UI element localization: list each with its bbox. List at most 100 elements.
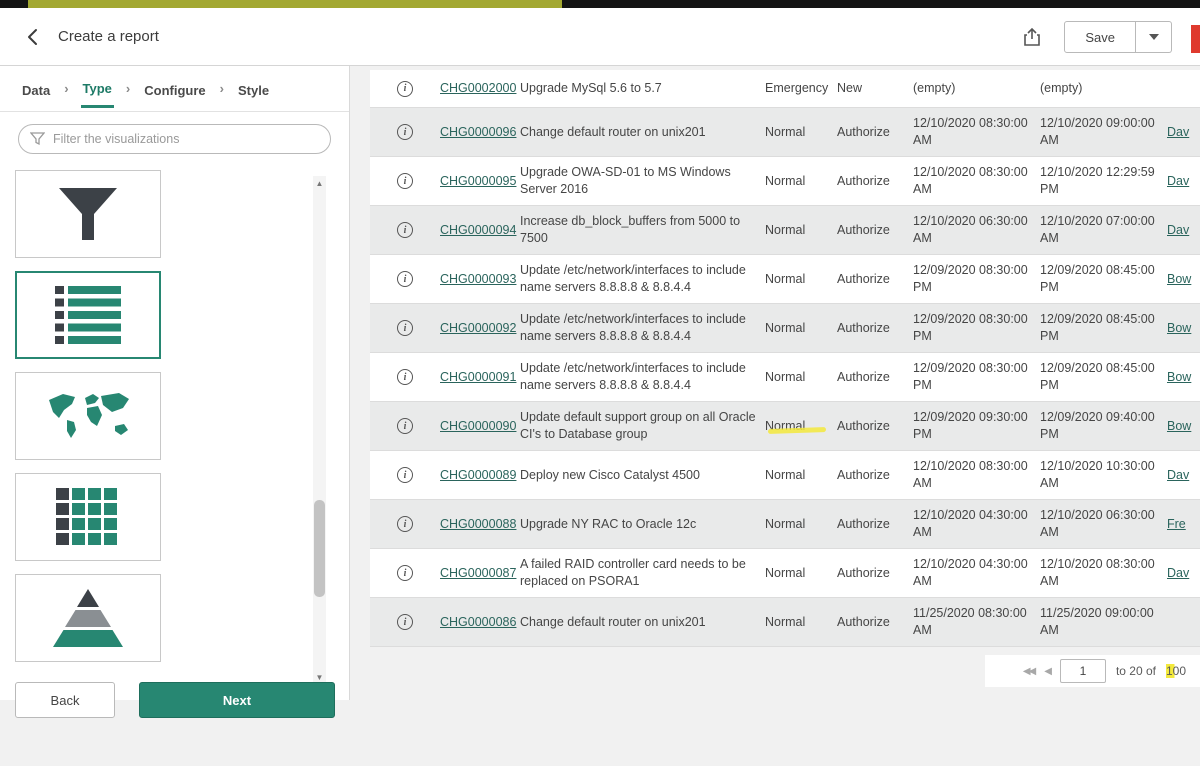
- back-arrow-button[interactable]: [18, 22, 48, 52]
- short-description: Update default support group on all Orac…: [520, 405, 765, 447]
- change-number-link[interactable]: CHG0002000: [440, 81, 516, 95]
- report-preview-table: CHG0002000 Upgrade MySql 5.6 to 5.7 Emer…: [370, 70, 1200, 647]
- state-value: Authorize: [837, 169, 913, 194]
- end-date: 12/09/2020 09:40:00 PM: [1040, 405, 1167, 447]
- info-icon[interactable]: [397, 369, 413, 385]
- assigned-to-link[interactable]: Dav: [1167, 566, 1189, 580]
- pagination-total: 100: [1166, 664, 1186, 678]
- start-date: 12/09/2020 08:30:00 PM: [913, 307, 1040, 349]
- step-type[interactable]: Type: [81, 69, 114, 108]
- report-preview: CHG0002000 Upgrade MySql 5.6 to 5.7 Emer…: [350, 66, 1200, 700]
- change-number-link[interactable]: CHG0000090: [440, 419, 516, 433]
- table-row: CHG0000092 Update /etc/network/interface…: [370, 304, 1200, 353]
- end-date: 12/10/2020 09:00:00 AM: [1040, 111, 1167, 153]
- end-date: 12/10/2020 07:00:00 AM: [1040, 209, 1167, 251]
- priority-value: Emergency: [765, 76, 837, 101]
- step-data[interactable]: Data: [20, 71, 52, 107]
- state-value: Authorize: [837, 561, 913, 586]
- state-value: Authorize: [837, 267, 913, 292]
- end-date: (empty): [1040, 76, 1167, 101]
- assigned-to-link[interactable]: Bow: [1167, 272, 1191, 286]
- start-date: 12/09/2020 09:30:00 PM: [913, 405, 1040, 447]
- change-number-link[interactable]: CHG0000096: [440, 125, 516, 139]
- table-row: CHG0000088 Upgrade NY RAC to Oracle 12c …: [370, 500, 1200, 549]
- viz-list-scrollbar[interactable]: ▲ ▼: [313, 176, 326, 684]
- state-value: Authorize: [837, 610, 913, 635]
- save-button[interactable]: Save: [1064, 21, 1136, 53]
- step-configure[interactable]: Configure: [142, 71, 207, 107]
- filter-visualizations-input[interactable]: [18, 124, 331, 154]
- end-date: 12/09/2020 08:45:00 PM: [1040, 258, 1167, 300]
- change-number-link[interactable]: CHG0000086: [440, 615, 516, 629]
- end-date: 12/10/2020 06:30:00 AM: [1040, 503, 1167, 545]
- change-number-link[interactable]: CHG0000093: [440, 272, 516, 286]
- map-chart-icon: [43, 390, 133, 442]
- viz-card-funnel[interactable]: [15, 170, 161, 258]
- priority-value: Normal: [765, 169, 837, 194]
- assigned-to-link[interactable]: Bow: [1167, 321, 1191, 335]
- change-number-link[interactable]: CHG0000089: [440, 468, 516, 482]
- list-chart-icon: [55, 286, 121, 344]
- change-number-link[interactable]: CHG0000091: [440, 370, 516, 384]
- table-row: CHG0000095 Upgrade OWA-SD-01 to MS Windo…: [370, 157, 1200, 206]
- assigned-to-link[interactable]: Bow: [1167, 419, 1191, 433]
- state-value: Authorize: [837, 414, 913, 439]
- info-icon[interactable]: [397, 222, 413, 238]
- short-description: Update /etc/network/interfaces to includ…: [520, 258, 765, 300]
- change-number-link[interactable]: CHG0000087: [440, 566, 516, 580]
- start-date: 11/25/2020 08:30:00 AM: [913, 601, 1040, 643]
- assigned-to-link[interactable]: Bow: [1167, 370, 1191, 384]
- assigned-to-link[interactable]: Dav: [1167, 223, 1189, 237]
- info-icon[interactable]: [397, 320, 413, 336]
- state-value: New: [837, 76, 913, 101]
- first-page-icon[interactable]: ◀◀: [1023, 666, 1034, 677]
- info-icon[interactable]: [397, 173, 413, 189]
- state-value: Authorize: [837, 512, 913, 537]
- assigned-to-link[interactable]: Dav: [1167, 468, 1189, 482]
- table-row: CHG0000087 A failed RAID controller card…: [370, 549, 1200, 598]
- info-icon[interactable]: [397, 516, 413, 532]
- assigned-to-link[interactable]: Dav: [1167, 125, 1189, 139]
- scroll-up-icon[interactable]: ▲: [313, 176, 326, 190]
- previous-page-icon[interactable]: ◀: [1044, 666, 1050, 677]
- change-number-link[interactable]: CHG0000095: [440, 174, 516, 188]
- priority-value: Normal: [765, 561, 837, 586]
- back-button[interactable]: Back: [15, 682, 115, 718]
- change-number-link[interactable]: CHG0000092: [440, 321, 516, 335]
- priority-value: Normal: [765, 610, 837, 635]
- info-icon[interactable]: [397, 467, 413, 483]
- short-description: Deploy new Cisco Catalyst 4500: [520, 463, 765, 488]
- scrollbar-thumb[interactable]: [314, 500, 325, 597]
- short-description: Upgrade NY RAC to Oracle 12c: [520, 512, 765, 537]
- change-number-link[interactable]: CHG0000088: [440, 517, 516, 531]
- save-dropdown-button[interactable]: [1136, 21, 1172, 53]
- viz-card-heatmap[interactable]: [15, 473, 161, 561]
- viz-card-list[interactable]: [15, 271, 161, 359]
- next-button[interactable]: Next: [139, 682, 335, 718]
- start-date: 12/10/2020 08:30:00 AM: [913, 160, 1040, 202]
- table-row: CHG0000093 Update /etc/network/interface…: [370, 255, 1200, 304]
- info-icon[interactable]: [397, 565, 413, 581]
- end-date: 11/25/2020 09:00:00 AM: [1040, 601, 1167, 643]
- viz-card-map[interactable]: [15, 372, 161, 460]
- info-icon[interactable]: [397, 271, 413, 287]
- assigned-to-link[interactable]: Dav: [1167, 174, 1189, 188]
- table-row: CHG0000090 Update default support group …: [370, 402, 1200, 451]
- end-date: 12/10/2020 10:30:00 AM: [1040, 454, 1167, 496]
- share-icon[interactable]: [1016, 21, 1048, 53]
- viz-card-pyramid[interactable]: [15, 574, 161, 662]
- heatmap-chart-icon: [56, 488, 120, 546]
- priority-value: Normal: [765, 463, 837, 488]
- assigned-to-link[interactable]: Fre: [1167, 517, 1186, 531]
- page-number-input[interactable]: [1060, 659, 1106, 683]
- change-number-link[interactable]: CHG0000094: [440, 223, 516, 237]
- info-icon[interactable]: [397, 81, 413, 97]
- funnel-chart-icon: [57, 184, 119, 244]
- info-icon[interactable]: [397, 418, 413, 434]
- priority-value: Normal: [765, 365, 837, 390]
- pagination: ◀◀ ◀ to 20 of 100: [985, 655, 1200, 687]
- info-icon[interactable]: [397, 124, 413, 140]
- step-style[interactable]: Style: [236, 71, 271, 107]
- info-icon[interactable]: [397, 614, 413, 630]
- short-description: Update /etc/network/interfaces to includ…: [520, 356, 765, 398]
